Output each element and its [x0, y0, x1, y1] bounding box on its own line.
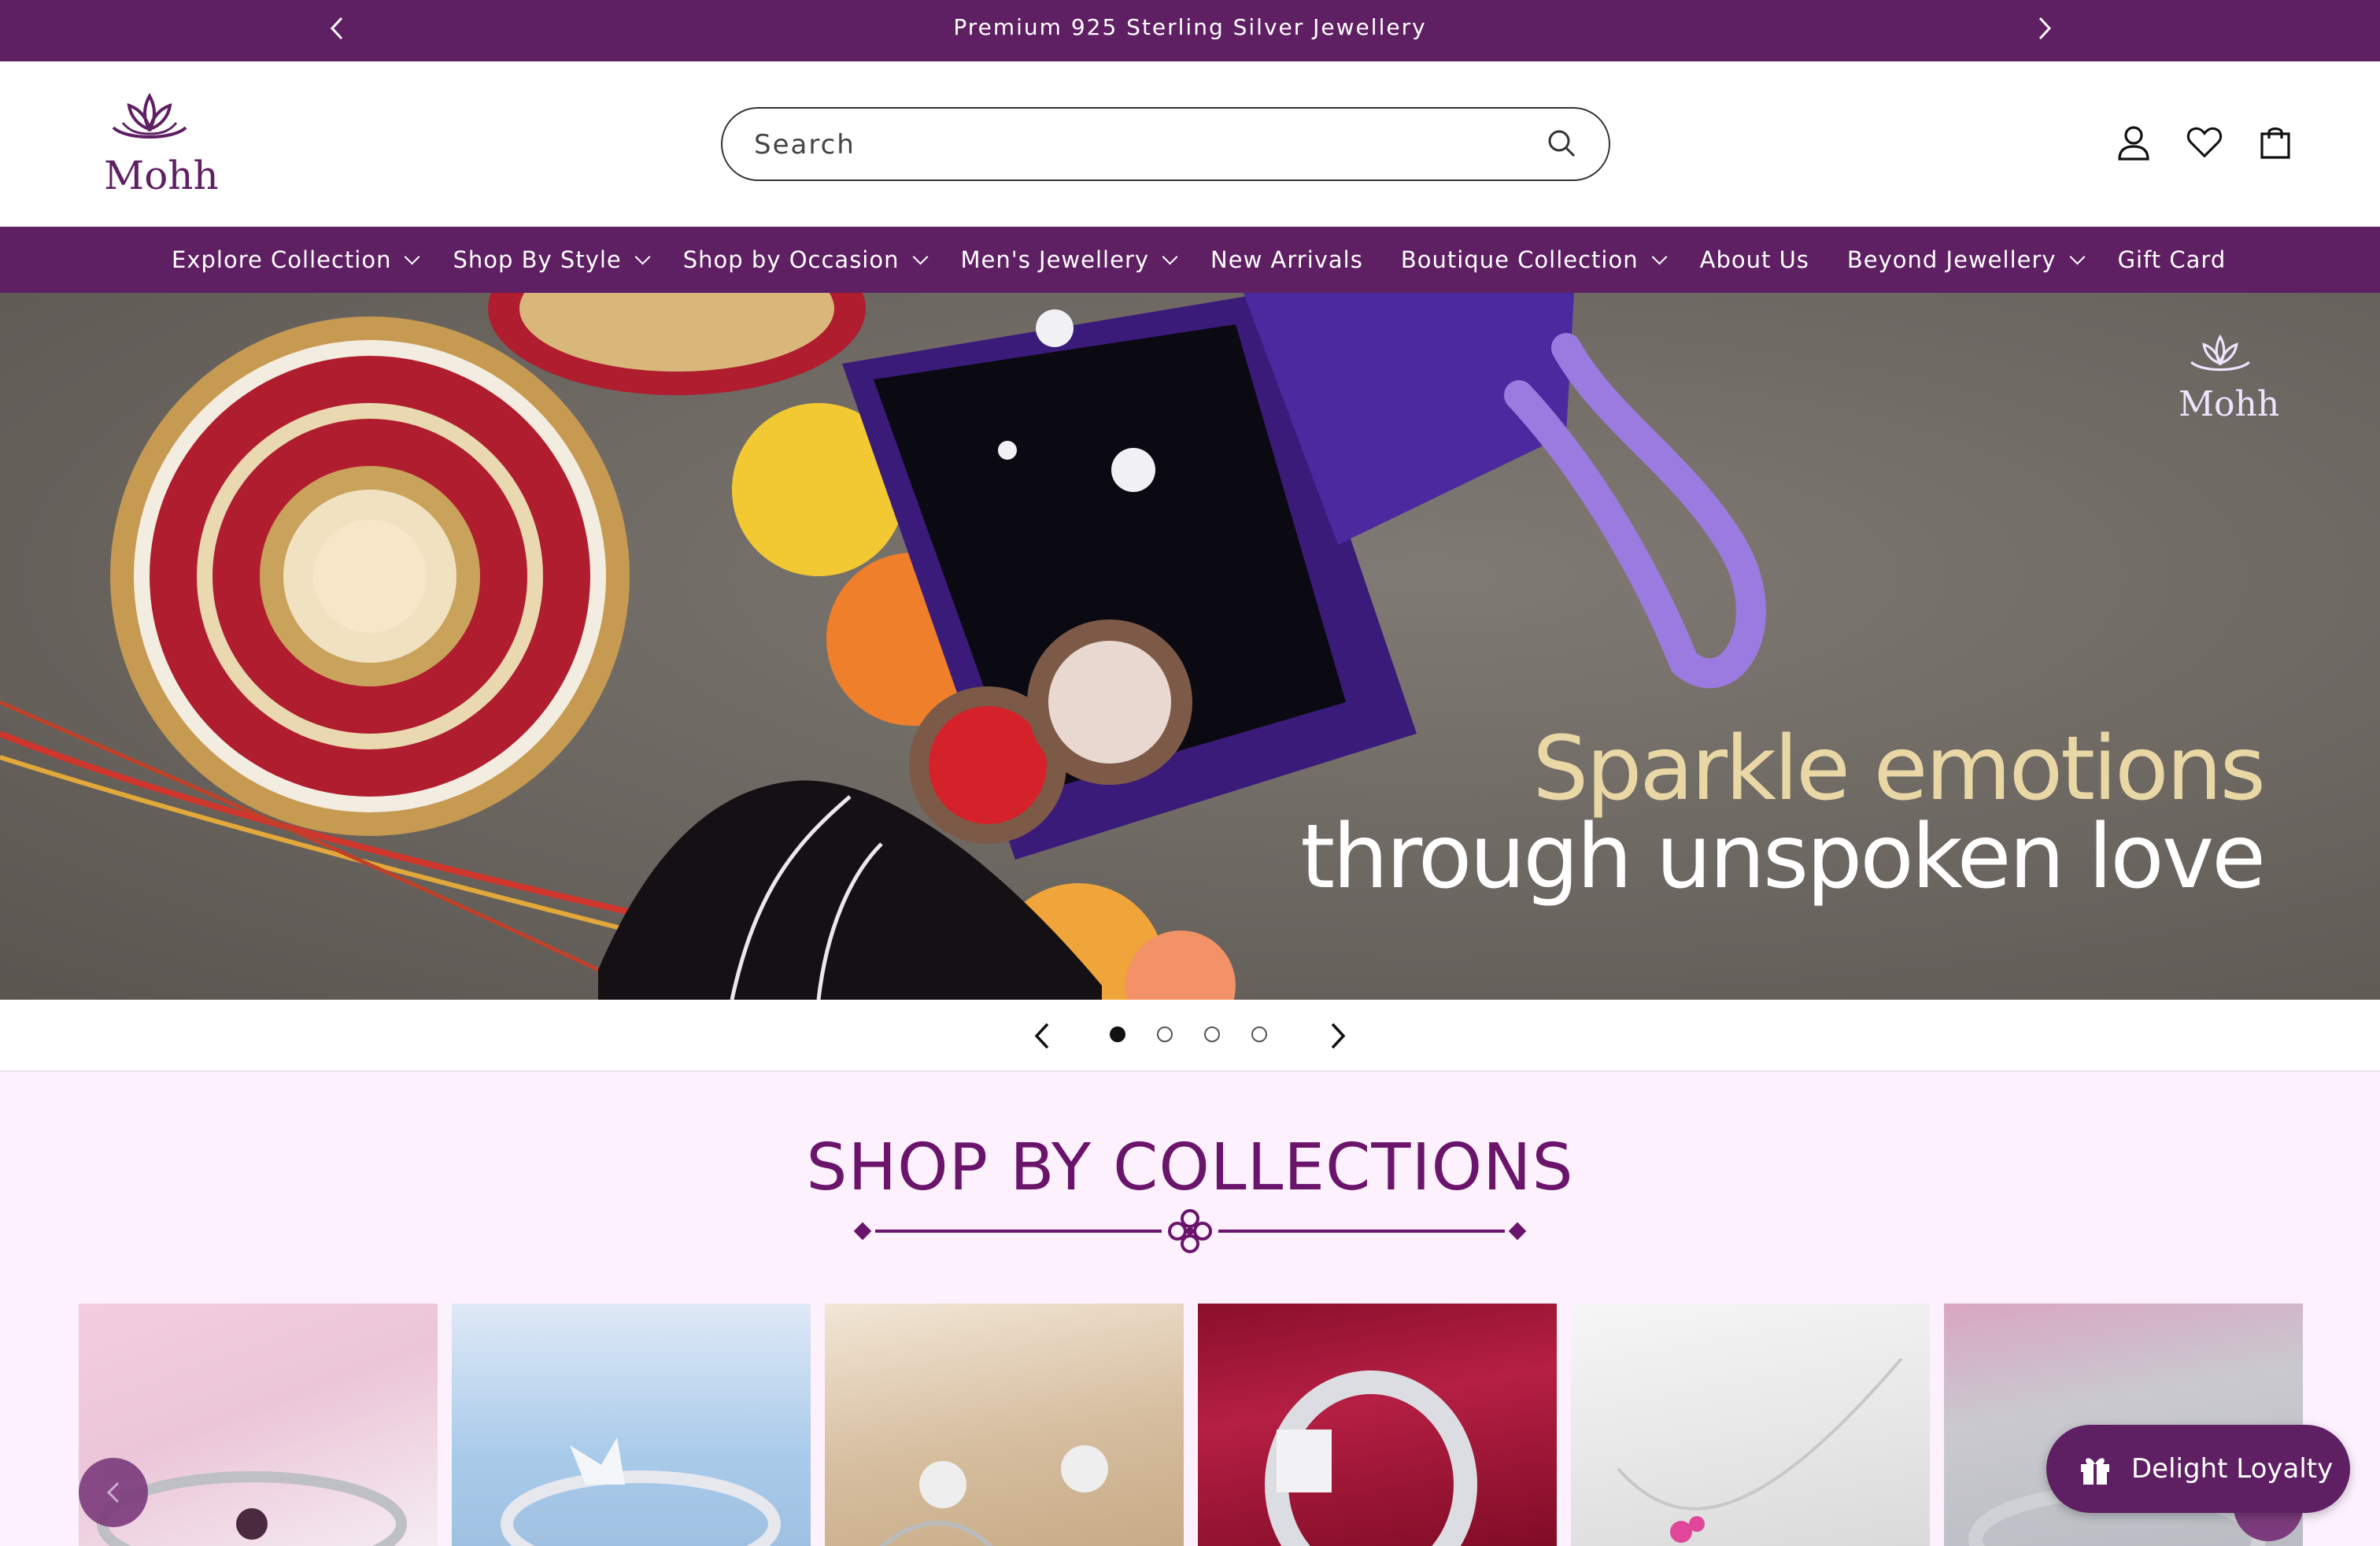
- announcement-bar: Premium 925 Sterling Silver Jewellery: [0, 0, 2380, 61]
- butterfly-ring-image: [501, 1437, 781, 1546]
- nav-item-shop-by-style[interactable]: Shop By Style: [453, 246, 651, 273]
- slide-dot-4[interactable]: [1251, 1026, 1267, 1042]
- mens-ring-image: [1265, 1370, 1477, 1546]
- nav-item-label: Explore Collection: [172, 246, 392, 273]
- account-button[interactable]: [2116, 123, 2152, 162]
- nav-item-label: Shop by Occasion: [682, 246, 900, 273]
- chevron-left-icon: [1034, 1023, 1049, 1049]
- search-icon: [1548, 130, 1576, 157]
- nav-item-mens-jewellery[interactable]: Men's Jewellery: [960, 246, 1178, 273]
- gift-icon: [2081, 1458, 2109, 1485]
- slide-dot-2[interactable]: [1157, 1026, 1173, 1042]
- account-icon: [2118, 126, 2149, 161]
- nav-item-label: Shop By Style: [453, 246, 622, 273]
- nav-item-new-arrivals[interactable]: New Arrivals: [1210, 246, 1363, 273]
- brand-name: Mohh: [104, 153, 219, 198]
- nav-item-label: Gift Card: [2117, 246, 2227, 273]
- collection-card-flower-earrings[interactable]: [825, 1304, 1184, 1546]
- heart-icon: [2186, 127, 2223, 158]
- chevron-down-icon: [405, 249, 420, 265]
- nav-item-label: Boutique Collection: [1400, 246, 1639, 273]
- nav-item-label: New Arrivals: [1210, 246, 1363, 273]
- nav-item-gift-card[interactable]: Gift Card: [2118, 246, 2227, 273]
- collection-card-pendant-necklace[interactable]: [1571, 1304, 1930, 1546]
- nav-item-label: Men's Jewellery: [960, 246, 1150, 273]
- slide-dot-1[interactable]: [1110, 1026, 1125, 1042]
- nav-item-boutique-collection[interactable]: Boutique Collection: [1400, 246, 1668, 273]
- announcement-text: Premium 925 Sterling Silver Jewellery: [953, 14, 1427, 40]
- slide-dot-3[interactable]: [1204, 1026, 1220, 1042]
- search-input[interactable]: [754, 123, 1510, 167]
- hero-brand-watermark: Mohh: [2177, 331, 2279, 441]
- slide-dots: [1110, 1026, 1267, 1042]
- hero-slider-controls: [0, 1000, 2380, 1072]
- collection-card-mens-ring[interactable]: [1198, 1304, 1557, 1546]
- ornamental-divider-icon: [853, 1209, 1527, 1253]
- chevron-left-icon: [106, 1481, 120, 1503]
- cart-button[interactable]: [2257, 123, 2293, 162]
- pendant-necklace-image: [1617, 1357, 1903, 1543]
- hero-banner[interactable]: Mohh Sparkle emotions through unspoken l…: [0, 293, 2380, 1000]
- chevron-down-icon: [2069, 249, 2085, 265]
- search-button[interactable]: [1546, 128, 1582, 164]
- nav-item-about-us[interactable]: About Us: [1700, 246, 1809, 273]
- chevron-down-icon: [912, 249, 928, 265]
- flower-earrings-image: [878, 1445, 1108, 1546]
- nav-item-label: About Us: [1699, 246, 1809, 273]
- collection-cards: [79, 1304, 2303, 1546]
- section-title: SHOP BY COLLECTIONS: [806, 1130, 1574, 1205]
- lotus-icon: [112, 92, 187, 139]
- hero-headline-line1: Sparkle emotions: [1532, 718, 2266, 820]
- nav-item-beyond-jewellery[interactable]: Beyond Jewellery: [1846, 246, 2085, 273]
- site-header: Mohh: [0, 61, 2380, 227]
- brand-logo[interactable]: Mohh: [99, 88, 219, 206]
- main-nav: Explore Collection Shop By Style Shop by…: [0, 227, 2380, 293]
- lotus-icon: [2190, 334, 2250, 372]
- nav-item-explore-collection[interactable]: Explore Collection: [172, 246, 420, 273]
- delight-loyalty-button[interactable]: Delight Loyalty: [2046, 1425, 2350, 1513]
- slide-next-button[interactable]: [1319, 1017, 1357, 1055]
- hero-watermark-text: Mohh: [2179, 384, 2280, 424]
- nav-item-label: Beyond Jewellery: [1846, 246, 2057, 273]
- chevron-down-icon: [1162, 249, 1178, 265]
- nav-item-shop-by-occasion[interactable]: Shop by Occasion: [682, 246, 928, 273]
- collection-card-butterfly-ring[interactable]: [452, 1304, 811, 1546]
- search-bar[interactable]: [721, 107, 1610, 181]
- wishlist-button[interactable]: [2186, 123, 2223, 162]
- shop-by-collections-section: SHOP BY COLLECTIONS: [0, 1072, 2380, 1546]
- header-icons: [2116, 123, 2293, 162]
- chevron-right-icon: [1331, 1023, 1346, 1049]
- chevron-down-icon: [1651, 249, 1668, 265]
- chevron-down-icon: [634, 249, 651, 265]
- hero-headline-line2: through unspoken love: [1300, 806, 2266, 908]
- cart-bag-icon: [2260, 127, 2290, 159]
- collections-prev-button[interactable]: [79, 1458, 148, 1527]
- slide-prev-button[interactable]: [1023, 1017, 1061, 1055]
- loyalty-label: Delight Loyalty: [2131, 1453, 2334, 1485]
- announcement-next-button[interactable]: [2029, 13, 2060, 44]
- chevron-right-icon: [2038, 17, 2052, 40]
